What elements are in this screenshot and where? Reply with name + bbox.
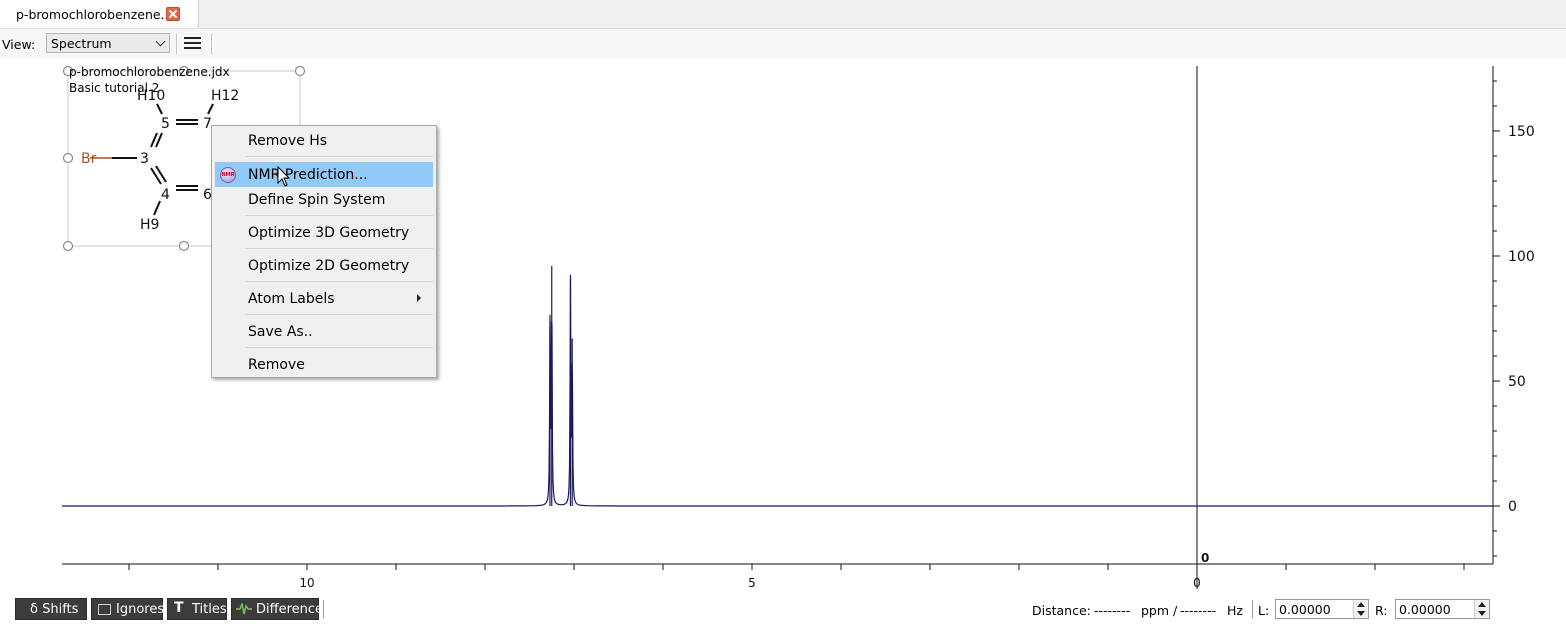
menu-item-label: NMR Prediction... [248,167,368,183]
chevron-down-icon [155,36,166,47]
submenu-arrow-icon [417,294,421,302]
menu-item-save-as[interactable]: Save As.. [215,319,433,344]
bottom-separator [1252,600,1253,618]
menu-item-remove-hs[interactable]: Remove Hs [215,128,433,153]
cursor-readout: 0 [1201,551,1209,565]
menu-separator [245,347,433,348]
menu-separator [245,314,433,315]
atom-5: 5 [161,116,170,132]
tab-document[interactable]: p-bromochlorobenzene... [0,0,199,28]
titles-button[interactable]: T Titles [167,598,227,620]
difference-button-label: Difference [256,602,324,617]
distance-hz-value: -------- [1180,603,1217,618]
ppm-unit: ppm / [1141,603,1178,618]
view-select-value: Spectrum [51,36,112,51]
x-tick-label: 5 [748,576,756,589]
atom-br: Br [81,151,97,167]
text-t-icon: T [174,600,184,616]
y-tick-label: 0 [1508,499,1517,515]
menu-item-nmr-prediction[interactable]: NMR NMR Prediction... [215,162,433,187]
atom-3: 3 [140,151,149,167]
menu-item-label: Remove Hs [248,133,328,149]
menu-separator [245,156,433,157]
x-tick-label: 10 [299,576,314,589]
spin-arrows-icon[interactable] [1353,600,1368,618]
spectrum-file-name: p-bromochlorobenzene.jdx [69,65,230,79]
ignores-button-label: Ignores [116,602,165,617]
y-tick-label: 50 [1508,374,1526,390]
spectrum-subtitle: Basic tutorial 2 [69,81,160,95]
y-tick-label: 150 [1508,124,1535,140]
hz-unit: Hz [1227,603,1243,618]
ignores-icon [98,604,111,615]
titles-button-label: Titles [192,602,227,617]
spin-arrows-icon[interactable] [1474,600,1489,618]
nmr-prediction-icon: NMR [220,167,236,183]
close-icon[interactable] [166,7,180,21]
tab-bar: p-bromochlorobenzene... [0,0,1566,29]
difference-wave-icon [236,603,252,615]
menu-item-label: Define Spin System [248,192,386,208]
menu-item-remove[interactable]: Remove [215,352,433,377]
menu-item-label: Optimize 2D Geometry [248,258,410,274]
y-tick-label: 100 [1508,249,1535,265]
atom-h9: H9 [140,217,159,233]
shifts-button-label: δ Shifts [30,602,79,617]
toolbar: View: Spectrum [0,29,1566,59]
menu-item-label: Optimize 3D Geometry [248,225,410,241]
toolbar-separator [211,34,212,54]
tab-title: p-bromochlorobenzene... [16,7,173,22]
menu-item-optimize-2d[interactable]: Optimize 2D Geometry [215,253,433,278]
menu-separator [245,215,433,216]
bottom-separator [323,600,324,618]
left-bound-value: 0.00000 [1279,602,1331,617]
view-label: View: [2,37,36,52]
hamburger-menu-icon[interactable] [184,37,202,51]
left-bound-field[interactable]: 0.00000 [1275,599,1369,619]
view-select[interactable]: Spectrum [46,33,170,53]
menu-item-atom-labels[interactable]: Atom Labels [215,286,433,311]
y-axis-ticks: 150 100 50 0 [1493,80,1535,557]
menu-item-optimize-3d[interactable]: Optimize 3D Geometry [215,220,433,245]
bottom-bar: δ Shifts Ignores T Titles Difference Dis… [0,596,1566,624]
left-bound-label: L: [1258,603,1270,618]
menu-item-define-spin-system[interactable]: Define Spin System [215,187,433,212]
distance-ppm-value: -------- [1094,603,1131,618]
ignores-button[interactable]: Ignores [91,598,165,620]
right-bound-label: R: [1375,603,1388,618]
menu-item-label: Remove [248,357,305,373]
mouse-pointer-icon [277,166,291,187]
right-bound-field[interactable]: 0.00000 [1395,599,1490,619]
menu-item-label: Save As.. [248,324,313,340]
menu-item-label: Atom Labels [248,291,335,307]
menu-separator [245,248,433,249]
distance-label: Distance: [1032,603,1091,618]
shifts-button[interactable]: δ Shifts [15,598,87,620]
context-menu: Remove Hs NMR NMR Prediction... Define S… [211,125,437,378]
atom-4: 4 [161,187,170,203]
difference-button[interactable]: Difference [231,598,323,620]
x-axis-ticks: 1050 [128,564,1465,589]
menu-separator [245,281,433,282]
toolbar-separator [176,34,177,54]
right-bound-value: 0.00000 [1399,602,1451,617]
atom-h12: H12 [211,88,239,104]
